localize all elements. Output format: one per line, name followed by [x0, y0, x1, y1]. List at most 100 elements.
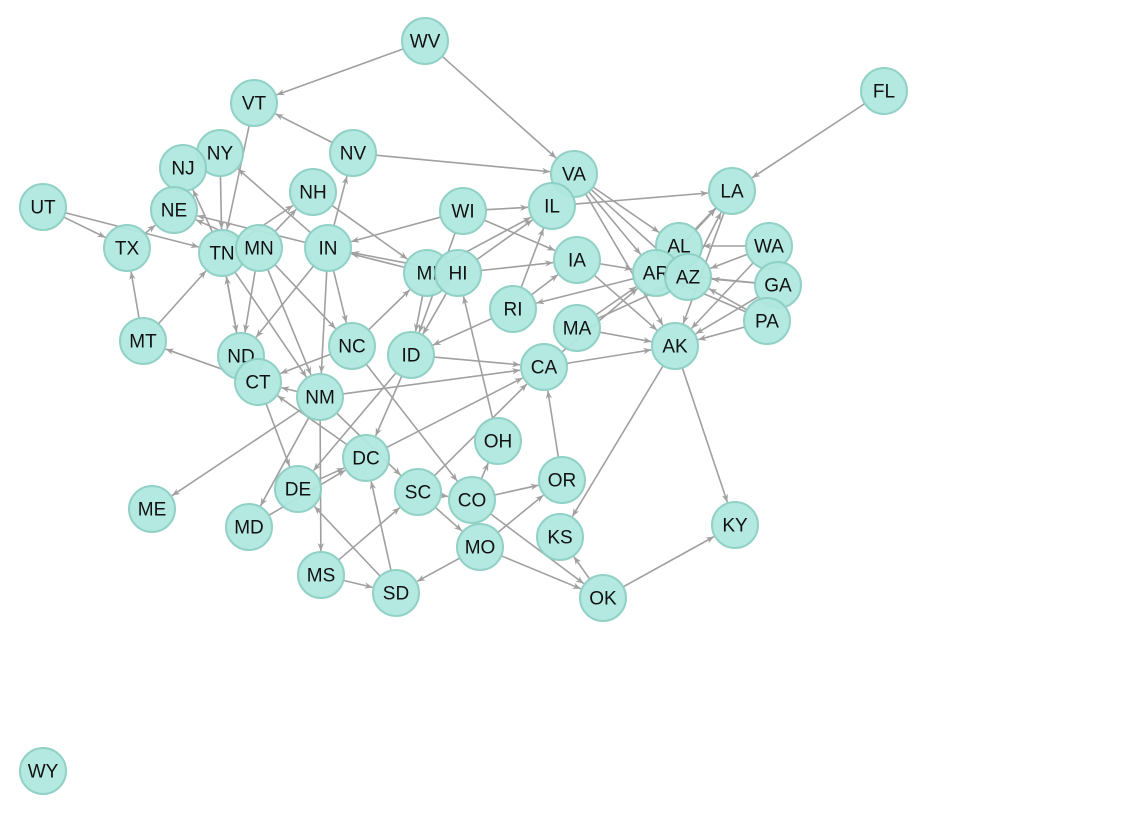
- node-OH: OH: [474, 417, 522, 465]
- node-label: HI: [449, 264, 468, 285]
- node-label: TN: [209, 244, 234, 265]
- node-CT: CT: [234, 358, 282, 406]
- node-label: PA: [755, 312, 779, 333]
- edge-CO-OH: [480, 462, 490, 480]
- node-label: SD: [383, 584, 409, 605]
- edge-WI-IL: [485, 204, 529, 211]
- node-NH: NH: [289, 168, 337, 216]
- node-LA: LA: [708, 167, 756, 215]
- node-OK: OK: [579, 574, 627, 622]
- edge-FL-LA: [751, 102, 866, 179]
- edge-OK-KY: [622, 535, 715, 588]
- node-TX: TX: [103, 224, 151, 272]
- edge-OR-CA: [545, 390, 560, 458]
- node-label: NC: [338, 337, 365, 358]
- node-PA: PA: [743, 297, 791, 345]
- edge-WV-VA: [441, 55, 557, 159]
- node-label: DC: [352, 449, 379, 470]
- edge-NV-VA: [375, 154, 551, 175]
- node-label: WY: [28, 762, 59, 783]
- node-ID: ID: [387, 331, 435, 379]
- node-NE: NE: [150, 186, 198, 234]
- edge-IN-NV: [333, 176, 348, 226]
- node-WV: WV: [401, 17, 449, 65]
- node-label: IL: [544, 197, 560, 218]
- edge-CT-DE: [265, 403, 291, 467]
- node-NC: NC: [328, 322, 376, 370]
- node-CO: CO: [448, 476, 496, 524]
- node-AK: AK: [651, 322, 699, 370]
- edge-WA-AZ: [710, 253, 748, 270]
- edge-MO-SD: [416, 557, 461, 583]
- node-IA: IA: [553, 236, 601, 284]
- node-label: ME: [138, 500, 167, 521]
- edge-MS-SD: [343, 579, 373, 589]
- edge-TX-NE: [144, 224, 156, 235]
- node-label: WA: [754, 237, 784, 258]
- node-label: MS: [307, 566, 336, 587]
- node-KY: KY: [711, 501, 759, 549]
- node-label: CA: [531, 358, 558, 379]
- node-KS: KS: [536, 513, 584, 561]
- node-label: CT: [245, 373, 271, 394]
- edge-MA-AK: [599, 331, 652, 344]
- node-MS: MS: [297, 551, 345, 599]
- edge-NC-MI: [367, 289, 411, 331]
- node-label: NJ: [171, 159, 194, 180]
- node-label: OK: [589, 589, 617, 610]
- node-HI: HI: [434, 249, 482, 297]
- node-label: VT: [242, 94, 267, 115]
- node-label: RI: [504, 300, 523, 321]
- node-label: TX: [115, 239, 140, 260]
- node-DC: DC: [342, 434, 390, 482]
- edge-RI-ID: [432, 317, 493, 346]
- node-AZ: AZ: [664, 253, 712, 301]
- node-label: NM: [305, 388, 335, 409]
- edge-UT-TX: [63, 216, 106, 239]
- node-label: IA: [568, 251, 586, 272]
- edge-ID-CA: [433, 356, 521, 368]
- edge-WV-VT: [276, 48, 404, 96]
- edge-MS-SC: [337, 506, 401, 561]
- nodes-layer: WVVTFLNYNJNVVALAUTNHWI ILNETX TN MN INMI HIIA…: [19, 17, 908, 795]
- node-MO: MO: [456, 523, 504, 571]
- node-ME: ME: [128, 485, 176, 533]
- node-MA: MA: [553, 304, 601, 352]
- edge-AK-KY: [681, 367, 729, 503]
- edge-MT-TN: [157, 270, 207, 325]
- edge-HI-IA: [480, 260, 554, 272]
- edge-HI-IL: [476, 219, 533, 261]
- edge-MN-NM: [266, 268, 312, 376]
- node-DE: DE: [274, 465, 322, 513]
- edge-NM-CA: [342, 368, 521, 395]
- node-label: OH: [484, 432, 513, 453]
- node-NV: NV: [329, 129, 377, 177]
- edge-PA-AZ: [708, 287, 748, 311]
- node-label: AK: [662, 337, 688, 358]
- node-label: ID: [402, 346, 421, 367]
- edge-MN-NH: [274, 208, 297, 232]
- node-RI: RI: [489, 285, 537, 333]
- node-IN: IN: [304, 224, 352, 272]
- edge-SD-DC: [369, 481, 392, 571]
- node-SD: SD: [372, 569, 420, 617]
- network-graph: WVVTFLNYNJNVVALAUTNHWI ILNETX TN MN INMI HIIA…: [19, 17, 908, 795]
- node-label: VA: [562, 165, 586, 186]
- edge-IN-ND: [255, 265, 315, 338]
- node-label: MN: [244, 239, 274, 260]
- edge-MN-ND: [243, 270, 257, 333]
- node-label: GA: [764, 276, 792, 297]
- edge-OK-KS: [573, 556, 591, 580]
- node-FL: FL: [860, 67, 908, 115]
- node-OR: OR: [538, 456, 586, 504]
- node-label: MO: [465, 538, 496, 559]
- edge-IN-NC: [332, 270, 348, 323]
- node-label: IN: [319, 239, 338, 260]
- node-label: MT: [129, 332, 157, 353]
- edge-NV-VT: [275, 113, 333, 144]
- edge-MO-OR: [497, 494, 544, 534]
- node-MT: MT: [119, 317, 167, 365]
- node-label: NE: [161, 201, 187, 222]
- node-MD: MD: [225, 503, 273, 551]
- node-UT: UT: [19, 183, 67, 231]
